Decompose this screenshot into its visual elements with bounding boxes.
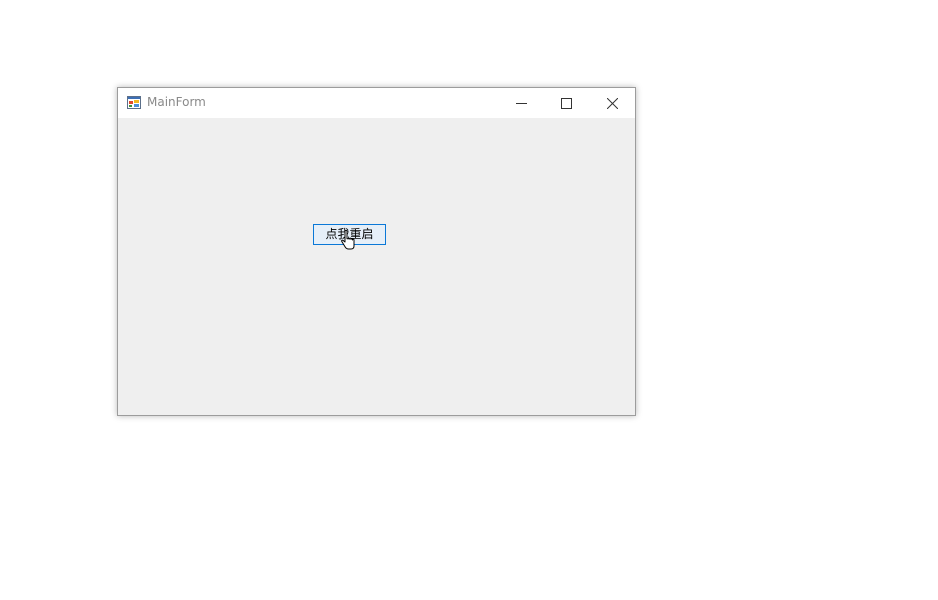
minimize-icon: [516, 102, 527, 104]
close-icon: [607, 97, 618, 109]
window-title: MainForm: [147, 95, 206, 109]
maximize-button[interactable]: [544, 88, 589, 118]
form-client-area: 点我重启: [118, 118, 635, 415]
restart-button[interactable]: 点我重启: [313, 224, 386, 245]
winforms-app-icon: [127, 96, 141, 109]
minimize-button[interactable]: [499, 88, 544, 118]
title-bar[interactable]: MainForm: [118, 88, 635, 118]
close-button[interactable]: [590, 88, 635, 118]
maximize-icon: [561, 97, 572, 109]
desktop: MainForm 点我重启: [0, 0, 938, 600]
main-form-window: MainForm 点我重启: [117, 87, 636, 416]
